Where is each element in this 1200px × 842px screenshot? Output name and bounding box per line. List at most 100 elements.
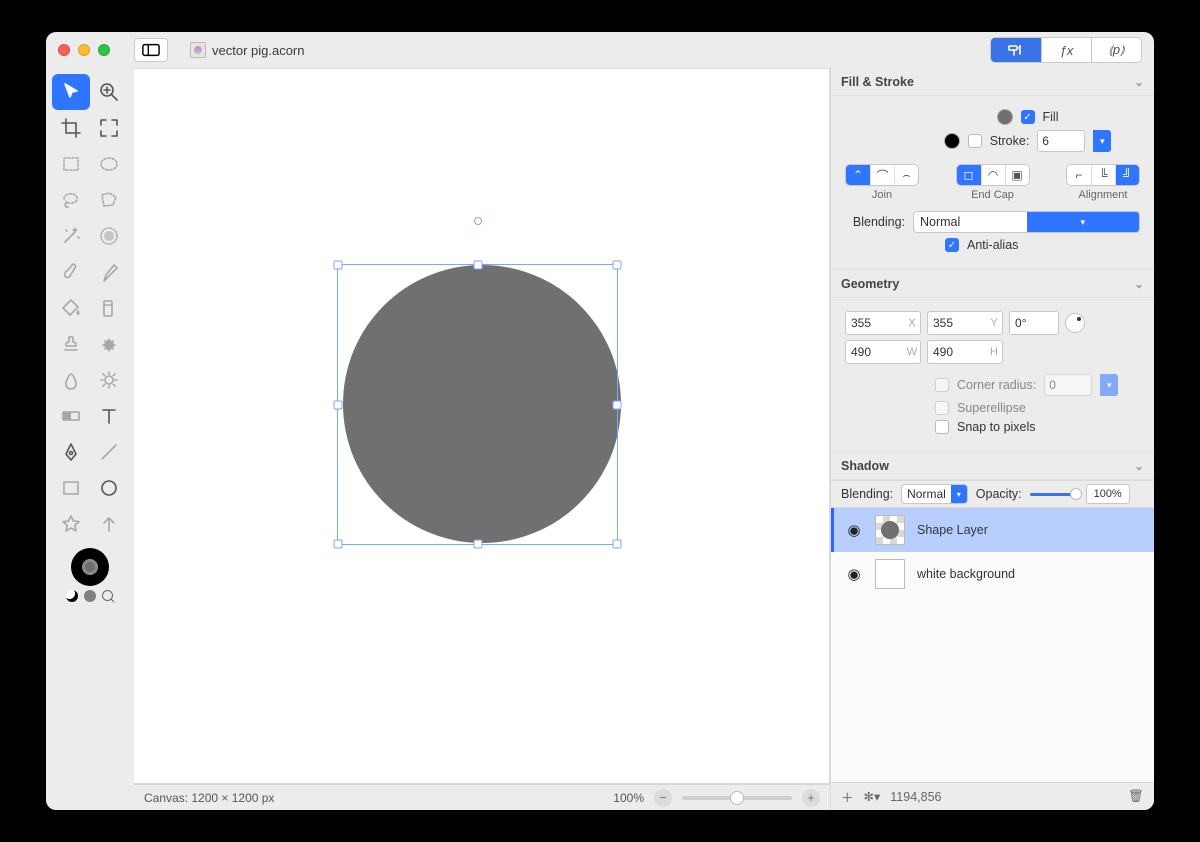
superellipse-checkbox[interactable] bbox=[935, 401, 949, 415]
eraser-tool[interactable] bbox=[90, 290, 128, 326]
handle-se[interactable] bbox=[613, 540, 622, 549]
ellipse-shape-tool[interactable] bbox=[90, 470, 128, 506]
handle-s[interactable] bbox=[473, 540, 482, 549]
arrow-shape-tool[interactable] bbox=[90, 506, 128, 542]
geometry-header[interactable]: Geometry ⌄ bbox=[831, 270, 1154, 298]
delete-layer-button[interactable]: 🗑 bbox=[1128, 789, 1144, 804]
rect-shape-tool[interactable] bbox=[52, 470, 90, 506]
zoom-button[interactable] bbox=[98, 44, 110, 56]
wand-tool[interactable] bbox=[52, 218, 90, 254]
visibility-toggle[interactable]: ◉ bbox=[845, 565, 863, 583]
sidebar-icon bbox=[142, 43, 160, 57]
pen-tool[interactable] bbox=[52, 434, 90, 470]
sidebar-toggle-button[interactable] bbox=[134, 38, 168, 62]
rotation-input[interactable]: 0° bbox=[1009, 311, 1059, 335]
stroke-width-input[interactable]: 6 bbox=[1037, 130, 1085, 152]
corner-radius-checkbox[interactable] bbox=[935, 378, 949, 392]
join-round[interactable]: ⌒ bbox=[870, 165, 894, 185]
default-colors-button[interactable] bbox=[66, 590, 78, 602]
smudge-tool[interactable] bbox=[52, 362, 90, 398]
inspector-tab-fx[interactable]: ƒx bbox=[1041, 38, 1091, 62]
inspector-tab-properties[interactable] bbox=[991, 38, 1041, 62]
align-center[interactable]: ╚ bbox=[1091, 165, 1115, 185]
expand-tool[interactable] bbox=[90, 110, 128, 146]
lasso-tool[interactable] bbox=[52, 182, 90, 218]
visibility-toggle[interactable]: ◉ bbox=[845, 521, 863, 539]
layer-name[interactable]: white background bbox=[917, 567, 1015, 581]
move-tool[interactable] bbox=[52, 74, 90, 110]
fill-color-swatch[interactable] bbox=[997, 109, 1013, 125]
join-miter[interactable]: ⌃ bbox=[846, 165, 870, 185]
handle-sw[interactable] bbox=[334, 540, 343, 549]
join-bevel[interactable]: ⌢ bbox=[894, 165, 918, 185]
swap-colors-button[interactable] bbox=[84, 590, 96, 602]
alignment-segmented[interactable]: ⌐ ╚ ╝ bbox=[1066, 164, 1140, 186]
pencil-tool[interactable] bbox=[90, 254, 128, 290]
foreground-color-well[interactable] bbox=[71, 548, 109, 586]
color-picker-loupe[interactable] bbox=[102, 590, 114, 602]
align-inside[interactable]: ⌐ bbox=[1067, 165, 1091, 185]
brush-tool[interactable] bbox=[52, 254, 90, 290]
fill-checkbox[interactable]: ✓ bbox=[1021, 110, 1035, 124]
star-shape-tool[interactable] bbox=[52, 506, 90, 542]
join-segmented[interactable]: ⌃ ⌒ ⌢ bbox=[845, 164, 919, 186]
add-layer-button[interactable]: ＋ bbox=[841, 787, 854, 806]
endcap-segmented[interactable]: ◻ ◠ ▣ bbox=[956, 164, 1030, 186]
rotation-dial[interactable] bbox=[1065, 313, 1085, 333]
shadow-header[interactable]: Shadow ⌄ bbox=[831, 452, 1154, 480]
minimize-button[interactable] bbox=[78, 44, 90, 56]
stroke-color-swatch[interactable] bbox=[944, 133, 960, 149]
align-outside[interactable]: ╝ bbox=[1115, 165, 1139, 185]
zoom-in-button[interactable]: + bbox=[802, 789, 820, 807]
zoom-tool[interactable] bbox=[90, 74, 128, 110]
layer-actions-button[interactable]: ✻▾ bbox=[864, 789, 881, 804]
stroke-checkbox[interactable] bbox=[968, 134, 982, 148]
rect-select-tool[interactable] bbox=[52, 146, 90, 182]
fill-stroke-header[interactable]: Fill & Stroke ⌄ bbox=[831, 68, 1154, 96]
x-input[interactable]: 355X bbox=[845, 311, 921, 335]
stroke-width-stepper[interactable]: ▾ bbox=[1093, 130, 1111, 152]
handle-n[interactable] bbox=[473, 261, 482, 270]
layer-opacity-input[interactable]: 100% bbox=[1086, 484, 1130, 504]
snap-pixels-checkbox[interactable] bbox=[935, 420, 949, 434]
corner-radius-input[interactable]: 0 bbox=[1044, 374, 1092, 396]
endcap-label: End Cap bbox=[956, 189, 1030, 201]
canvas[interactable] bbox=[134, 68, 830, 784]
handle-w[interactable] bbox=[334, 400, 343, 409]
zoom-out-button[interactable]: − bbox=[654, 789, 672, 807]
layer-row[interactable]: ◉ Shape Layer bbox=[831, 508, 1154, 552]
antialias-checkbox[interactable]: ✓ bbox=[945, 238, 959, 252]
blending-select[interactable]: Normal▾ bbox=[913, 211, 1140, 233]
ellipse-select-tool[interactable] bbox=[90, 146, 128, 182]
line-tool[interactable] bbox=[90, 434, 128, 470]
handle-ne[interactable] bbox=[613, 261, 622, 270]
app-window: vector pig.acorn ƒx ⦅p⦆ bbox=[46, 32, 1154, 810]
endcap-butt[interactable]: ◻ bbox=[957, 165, 981, 185]
crop-tool[interactable] bbox=[52, 110, 90, 146]
fill-tool[interactable] bbox=[52, 290, 90, 326]
endcap-round[interactable]: ◠ bbox=[981, 165, 1005, 185]
zoom-slider[interactable] bbox=[682, 796, 792, 800]
handle-nw[interactable] bbox=[334, 261, 343, 270]
endcap-square[interactable]: ▣ bbox=[1005, 165, 1029, 185]
rotation-handle[interactable] bbox=[474, 217, 482, 225]
gradient-tool[interactable] bbox=[52, 398, 90, 434]
dodge-tool[interactable] bbox=[90, 362, 128, 398]
corner-radius-stepper[interactable]: ▾ bbox=[1100, 374, 1118, 396]
layer-name[interactable]: Shape Layer bbox=[917, 523, 988, 537]
layer-row[interactable]: ◉ white background bbox=[831, 552, 1154, 596]
quick-mask-tool[interactable] bbox=[90, 218, 128, 254]
w-input[interactable]: 490W bbox=[845, 340, 921, 364]
h-input[interactable]: 490H bbox=[927, 340, 1003, 364]
close-button[interactable] bbox=[58, 44, 70, 56]
heal-tool[interactable] bbox=[90, 326, 128, 362]
alignment-label: Alignment bbox=[1066, 189, 1140, 201]
poly-lasso-tool[interactable] bbox=[90, 182, 128, 218]
stamp-tool[interactable] bbox=[52, 326, 90, 362]
handle-e[interactable] bbox=[613, 400, 622, 409]
y-input[interactable]: 355Y bbox=[927, 311, 1003, 335]
text-tool[interactable] bbox=[90, 398, 128, 434]
layer-opacity-slider[interactable] bbox=[1030, 493, 1078, 496]
inspector-tab-p[interactable]: ⦅p⦆ bbox=[1091, 38, 1141, 62]
layer-blending-select[interactable]: Normal▾ bbox=[901, 484, 968, 504]
